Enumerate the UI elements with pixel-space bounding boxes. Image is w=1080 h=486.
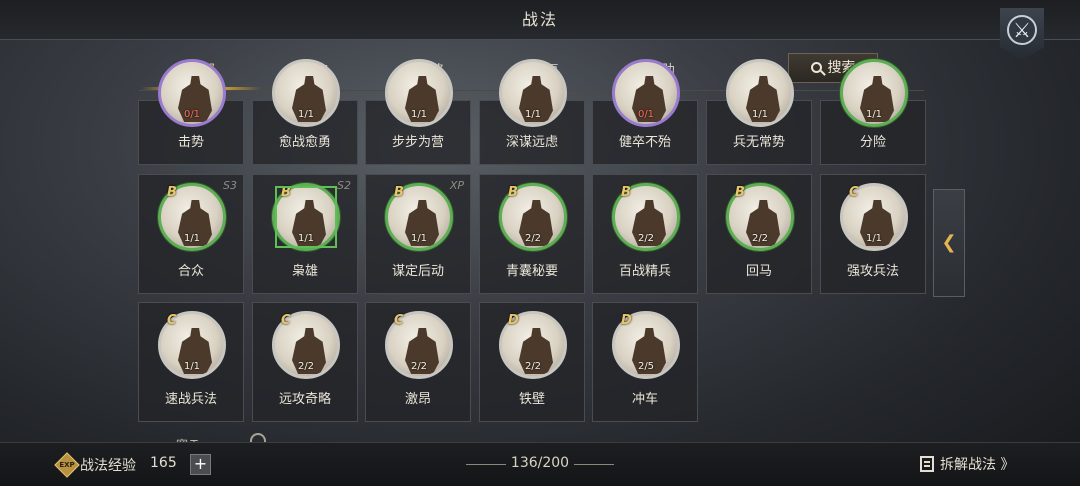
skill-count-badge: 1/1	[183, 361, 201, 372]
skill-count-badge: 0/1	[637, 109, 655, 120]
dismantle-icon	[920, 456, 934, 472]
skill-medal: 1/1	[840, 59, 908, 127]
skill-grade: B	[167, 185, 177, 200]
skill-grade: C	[849, 185, 859, 200]
skill-card[interactable]: 1/1 深谋远虑	[479, 59, 585, 165]
selection-frame	[275, 186, 337, 248]
skill-name: 远攻奇略	[278, 392, 331, 407]
skill-card[interactable]: 2/2 C 远攻奇略	[252, 302, 358, 422]
skill-count-badge: 2/2	[751, 233, 769, 244]
skill-grade: D	[508, 313, 519, 328]
skill-season-tag: S2	[337, 179, 351, 192]
xp-value: 165	[150, 455, 177, 471]
skill-card[interactable]: 2/2 C 激昂	[365, 302, 471, 422]
skill-season-tag: S3	[223, 179, 237, 192]
skill-count-badge: 0/1	[183, 109, 201, 120]
skill-medal: 1/1	[726, 59, 794, 127]
skill-name: 枭雄	[291, 264, 318, 279]
skill-grade: B	[394, 185, 404, 200]
side-panel-toggle[interactable]: ❮	[933, 189, 965, 297]
skill-count: 136/200	[466, 455, 614, 471]
skill-name: 步步为营	[391, 135, 444, 150]
skill-medal: 1/1	[272, 59, 340, 127]
skill-card[interactable]: 1/1 兵无常势	[706, 59, 812, 165]
skill-name: 青囊秘要	[505, 264, 558, 279]
skill-name: 谋定后动	[391, 264, 444, 279]
skill-count-badge: 1/1	[183, 233, 201, 244]
skill-card[interactable]: 1/1 步步为营	[365, 59, 471, 165]
skill-card[interactable]: 1/1 B S2 枭雄	[252, 174, 358, 294]
skill-grid: 0/1 击势 1/1 愈战愈勇 1/1 步步为营 1/1 深谋远虑 0/1 健卒不殆 1/1 兵无常势…	[0, 0, 1080, 440]
chevron-left-icon: ❮	[941, 232, 957, 253]
skill-card[interactable]: 2/2 D 铁壁	[479, 302, 585, 422]
skill-count-badge: 2/5	[637, 361, 655, 372]
skill-count-badge: 1/1	[410, 109, 428, 120]
skill-count-badge: 2/2	[410, 361, 428, 372]
skill-card[interactable]: 2/2 B 百战精兵	[592, 174, 698, 294]
skill-count-badge: 2/2	[524, 361, 542, 372]
skill-name: 激昂	[404, 392, 431, 407]
add-xp-button[interactable]: +	[190, 454, 211, 475]
skill-card[interactable]: 1/1 C 强攻兵法	[820, 174, 926, 294]
skill-count-badge: 1/1	[297, 109, 315, 120]
skill-card[interactable]: 0/1 健卒不殆	[592, 59, 698, 165]
xp-label: 战法经验	[80, 458, 136, 474]
skill-card[interactable]: 2/2 B 回马	[706, 174, 812, 294]
skill-count-badge: 2/2	[524, 233, 542, 244]
skill-season-tag: XP	[449, 179, 464, 192]
skill-medal: 1/1	[499, 59, 567, 127]
skill-name: 合众	[177, 264, 204, 279]
skill-count-badge: 1/1	[751, 109, 769, 120]
skill-grade: C	[394, 313, 404, 328]
skill-grade: B	[508, 185, 518, 200]
skill-name: 愈战愈勇	[278, 135, 331, 150]
skill-count-badge: 1/1	[865, 109, 883, 120]
skill-name: 分险	[859, 135, 886, 150]
skill-name: 强攻兵法	[846, 264, 899, 279]
skill-card[interactable]: 1/1 B XP 谋定后动	[365, 174, 471, 294]
skill-count-badge: 1/1	[410, 233, 428, 244]
skill-grade: C	[281, 313, 291, 328]
skill-card[interactable]: 1/1 B S3 合众	[138, 174, 244, 294]
skill-count-badge: 2/2	[297, 361, 315, 372]
skill-name: 回马	[745, 264, 772, 279]
skill-name: 冲车	[631, 392, 658, 407]
skill-card[interactable]: 1/1 C 速战兵法	[138, 302, 244, 422]
skill-name: 深谋远虑	[505, 135, 558, 150]
skill-medal: 0/1	[612, 59, 680, 127]
skill-name: 速战兵法	[164, 392, 217, 407]
skill-name: 兵无常势	[732, 135, 785, 150]
skill-name: 击势	[177, 135, 204, 150]
skill-count-badge: 2/2	[637, 233, 655, 244]
skill-card[interactable]: 1/1 分险	[820, 59, 926, 165]
skill-medal: 0/1	[158, 59, 226, 127]
skill-card[interactable]: 1/1 愈战愈勇	[252, 59, 358, 165]
skill-count-badge: 1/1	[524, 109, 542, 120]
footer-bar: EXP 战法经验 165 + 136/200 拆解战法 》	[0, 442, 1080, 486]
skill-medal: 1/1	[385, 59, 453, 127]
skill-name: 铁壁	[518, 392, 545, 407]
skill-grade: D	[621, 313, 632, 328]
skill-grade: B	[621, 185, 631, 200]
skill-card[interactable]: 2/5 D 冲车	[592, 302, 698, 422]
skill-name: 健卒不殆	[618, 135, 671, 150]
skill-card[interactable]: 2/2 B 青囊秘要	[479, 174, 585, 294]
dismantle-button[interactable]: 拆解战法 》	[920, 454, 1014, 474]
skill-name: 百战精兵	[618, 264, 671, 279]
skill-card[interactable]: 0/1 击势	[138, 59, 244, 165]
skill-grade: C	[167, 313, 177, 328]
xp-badge-icon: EXP	[54, 452, 80, 478]
dismantle-label: 拆解战法 》	[940, 457, 1015, 473]
skill-count-badge: 1/1	[865, 233, 883, 244]
skill-grade: B	[735, 185, 745, 200]
